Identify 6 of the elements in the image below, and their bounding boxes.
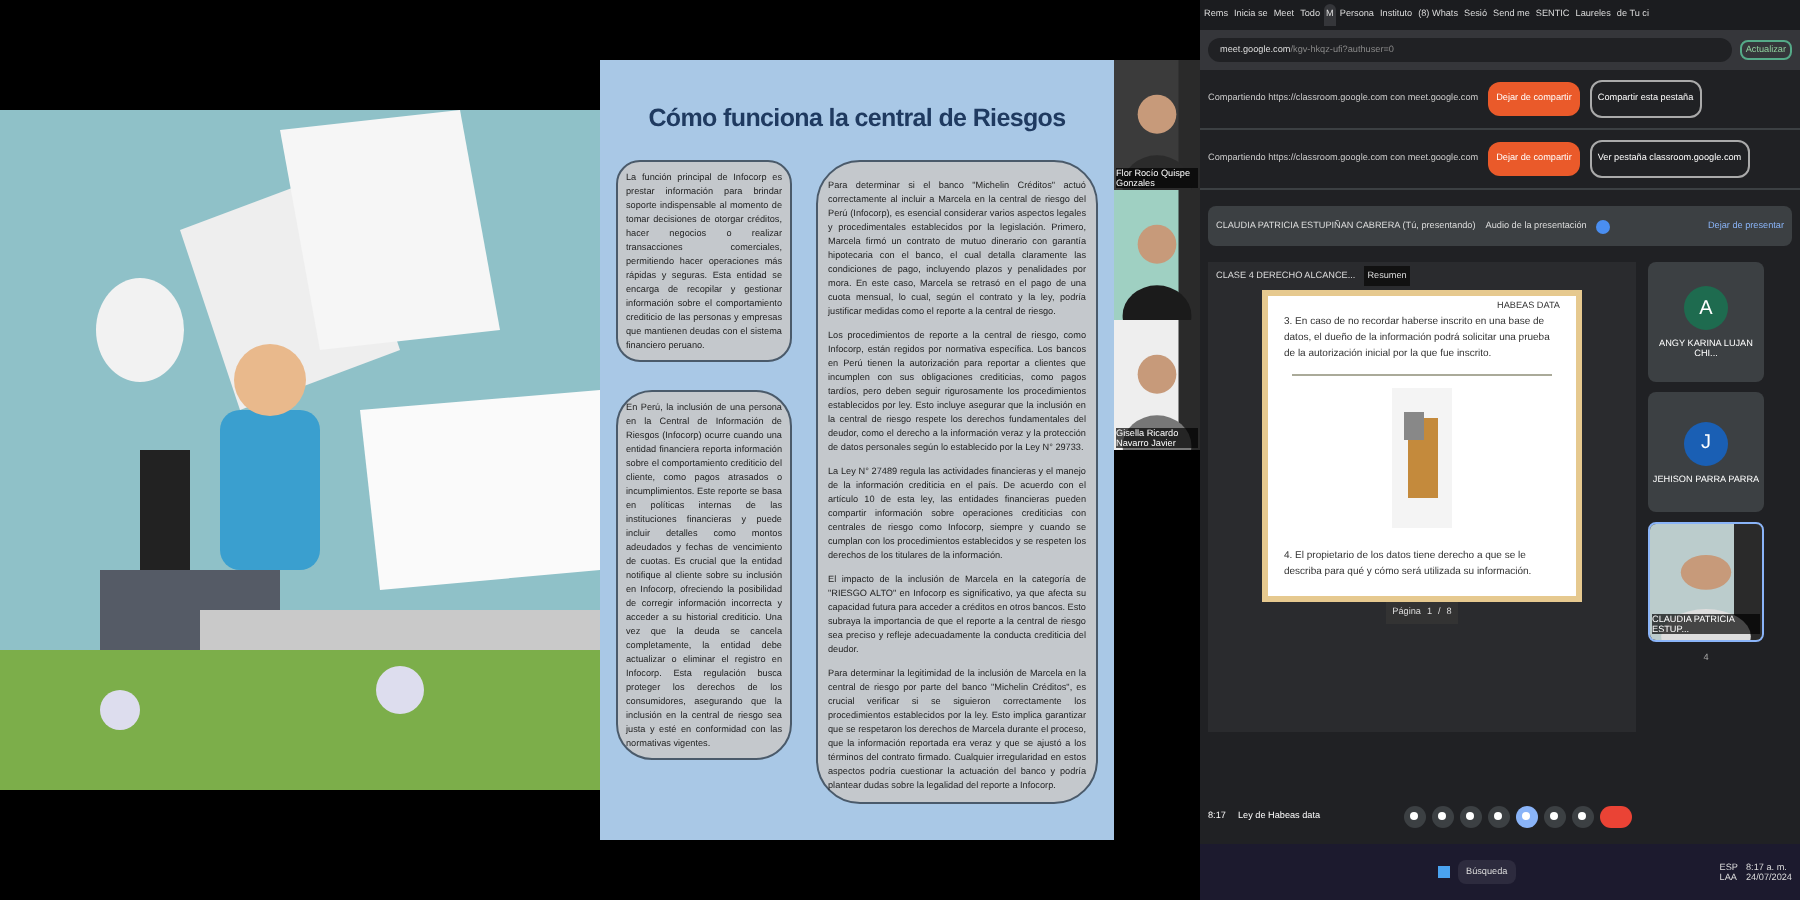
slide-title: Cómo funciona la central de Riesgos [646, 102, 1068, 136]
avatar: A [1684, 286, 1728, 330]
start-icon[interactable] [1438, 866, 1450, 878]
hang-up-icon[interactable] [1599, 805, 1632, 827]
avatar: J [1684, 421, 1728, 465]
audio-icon[interactable] [1596, 219, 1611, 233]
